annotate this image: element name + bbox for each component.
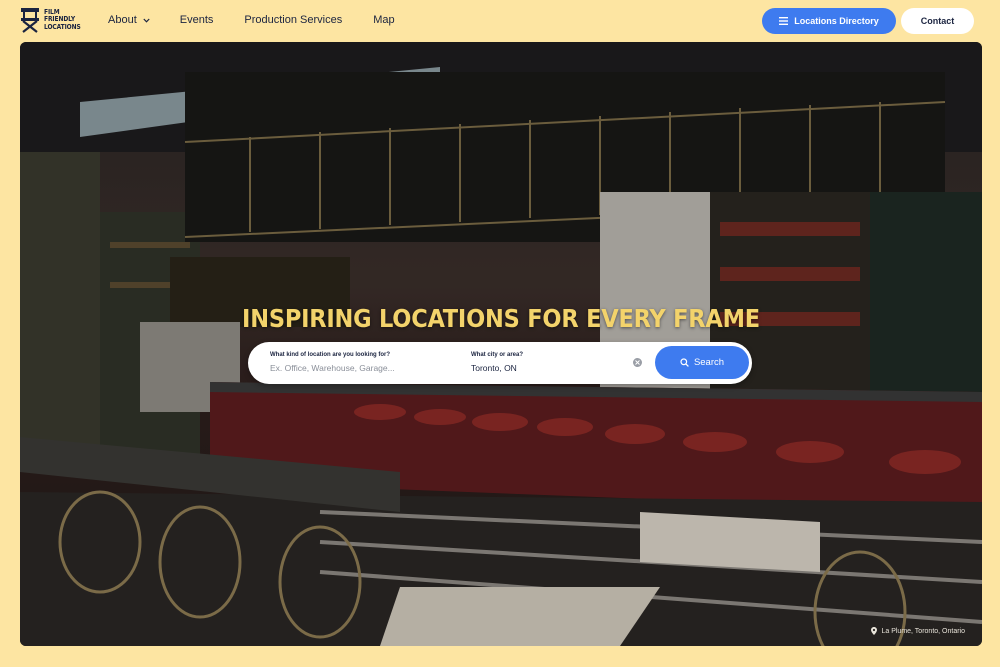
nav-item-label: About [108, 14, 137, 26]
brand-logo[interactable]: FILM FRIENDLY LOCATIONS [20, 7, 88, 33]
city-area-label: What city or area? [471, 352, 524, 358]
search-button[interactable]: Search [655, 346, 749, 379]
nav-item-production-services[interactable]: Production Services [244, 14, 342, 26]
contact-label: Contact [920, 16, 955, 26]
location-type-label: What kind of location are you looking fo… [270, 352, 390, 358]
close-icon [635, 360, 640, 365]
nav-item-label: Production Services [244, 14, 343, 26]
location-search-bar: What kind of location are you looking fo… [248, 342, 752, 384]
brand-line-3: LOCATIONS [44, 22, 81, 31]
photo-credit-text: La Plume, Toronto, Ontario [881, 627, 965, 635]
map-pin-icon [871, 627, 878, 635]
top-navigation: FILM FRIENDLY LOCATIONS About Events Pro… [0, 0, 1000, 42]
main-menu: About Events Production Services Map [108, 14, 395, 26]
nav-item-map[interactable]: Map [373, 14, 394, 26]
photo-credit: La Plume, Toronto, Ontario [871, 627, 965, 635]
menu-icon [779, 17, 789, 25]
search-icon [680, 358, 689, 367]
nav-item-events[interactable]: Events [180, 14, 214, 26]
brand-wordmark: FILM FRIENDLY LOCATIONS [44, 8, 88, 32]
hero-banner: INSPIRING LOCATIONS FOR EVERY FRAME What… [20, 42, 982, 646]
contact-button[interactable]: Contact [901, 8, 974, 34]
location-type-input[interactable] [270, 362, 455, 373]
chevron-down-icon [143, 18, 150, 23]
search-button-label: Search [693, 357, 725, 368]
locations-directory-label: Locations Directory [794, 16, 879, 26]
directors-chair-icon [21, 8, 39, 33]
locations-directory-button[interactable]: Locations Directory [762, 8, 896, 34]
nav-item-label: Events [179, 14, 214, 26]
nav-item-about[interactable]: About [108, 14, 150, 26]
city-area-input[interactable] [471, 362, 621, 373]
clear-city-button[interactable] [633, 358, 642, 367]
nav-item-label: Map [373, 14, 395, 26]
hero-headline: INSPIRING LOCATIONS FOR EVERY FRAME [242, 304, 760, 333]
